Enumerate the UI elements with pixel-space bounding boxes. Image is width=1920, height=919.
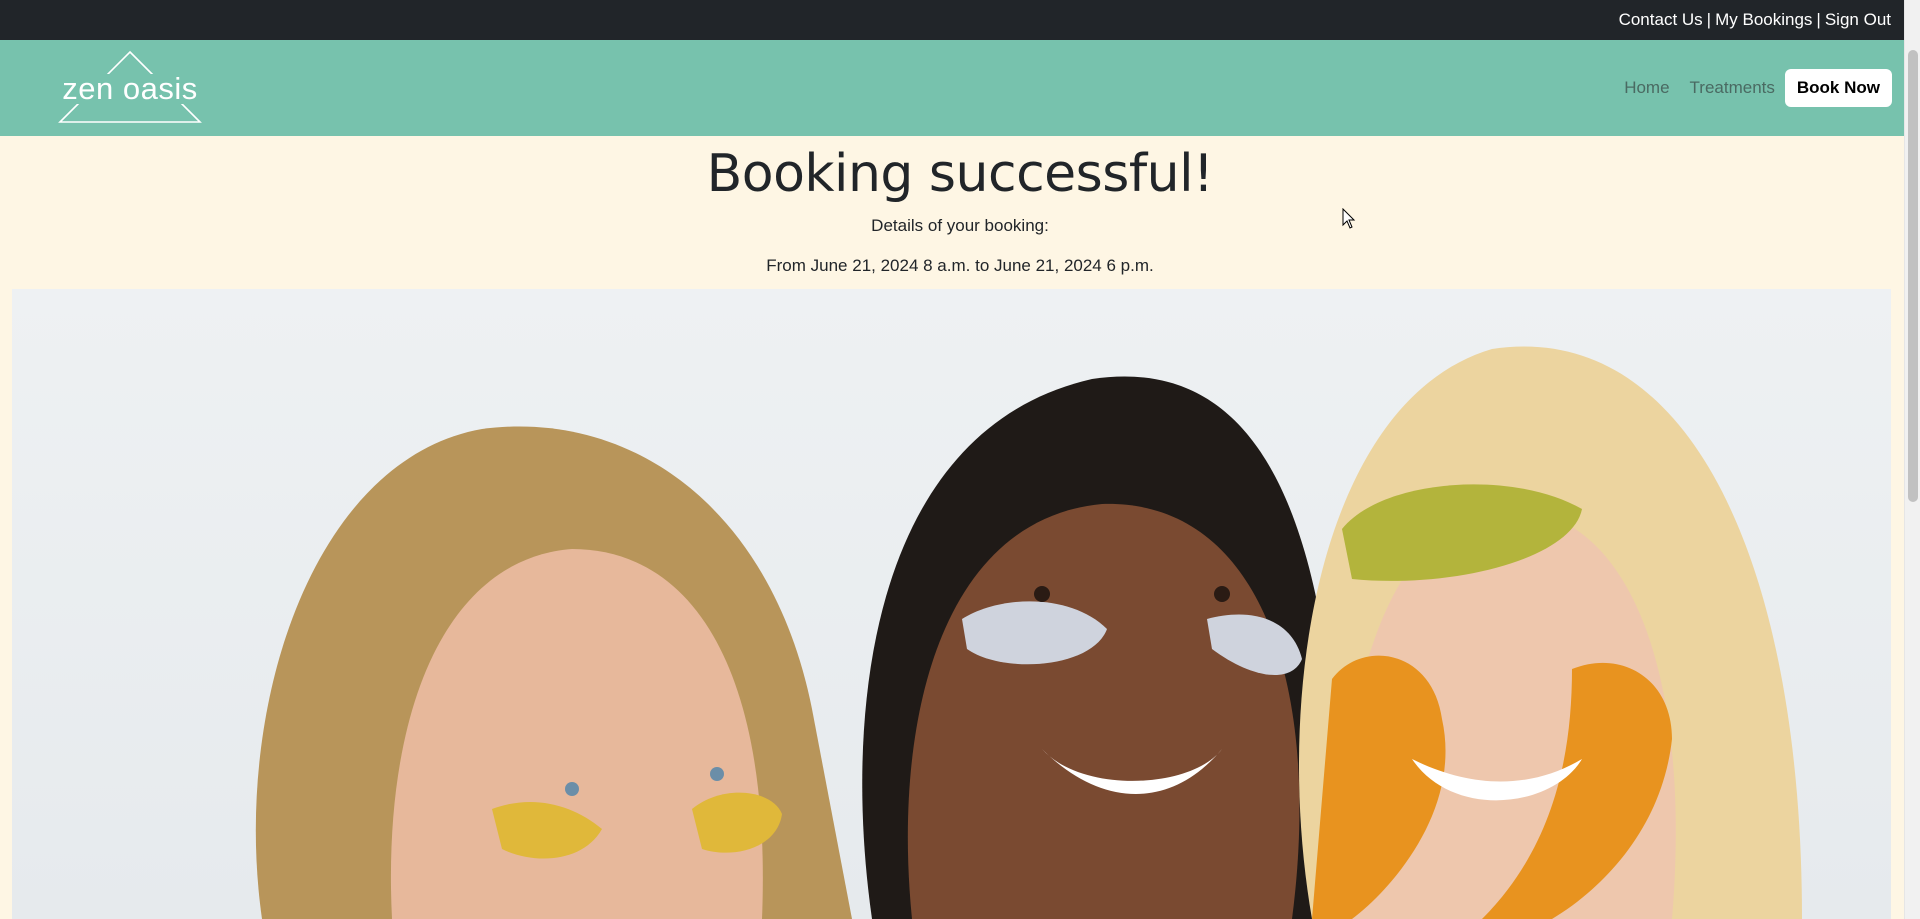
my-bookings-link[interactable]: My Bookings [1715,10,1812,30]
sign-out-link[interactable]: Sign Out [1825,10,1891,30]
top-utility-bar: Contact Us | My Bookings | Sign Out [0,0,1920,40]
nav-treatments-link[interactable]: Treatments [1690,78,1775,98]
nav-home-link[interactable]: Home [1624,78,1669,98]
hero-illustration [255,346,1802,919]
separator: | [1816,10,1821,29]
book-now-button[interactable]: Book Now [1784,69,1892,107]
hero-photo [12,289,1891,919]
page-title: Booking successful! [706,144,1214,204]
booking-date-range: From June 21, 2024 8 a.m. to June 21, 20… [766,256,1154,275]
mouse-cursor-icon [1342,208,1356,229]
nav-links: Home Treatments Book Now [1604,69,1892,107]
separator: | [1706,10,1712,29]
main-navbar: zen oasis Home Treatments Book Now [0,40,1920,136]
contact-us-link[interactable]: Contact Us [1619,10,1703,30]
booking-confirmation: Booking successful! Details of your book… [0,142,1920,276]
page-scrollbar[interactable] [1904,0,1920,919]
details-label: Details of your booking: [871,216,1049,235]
scrollbar-thumb[interactable] [1908,50,1918,502]
logo[interactable]: zen oasis [58,50,202,126]
logo-text: zen oasis [60,71,200,106]
